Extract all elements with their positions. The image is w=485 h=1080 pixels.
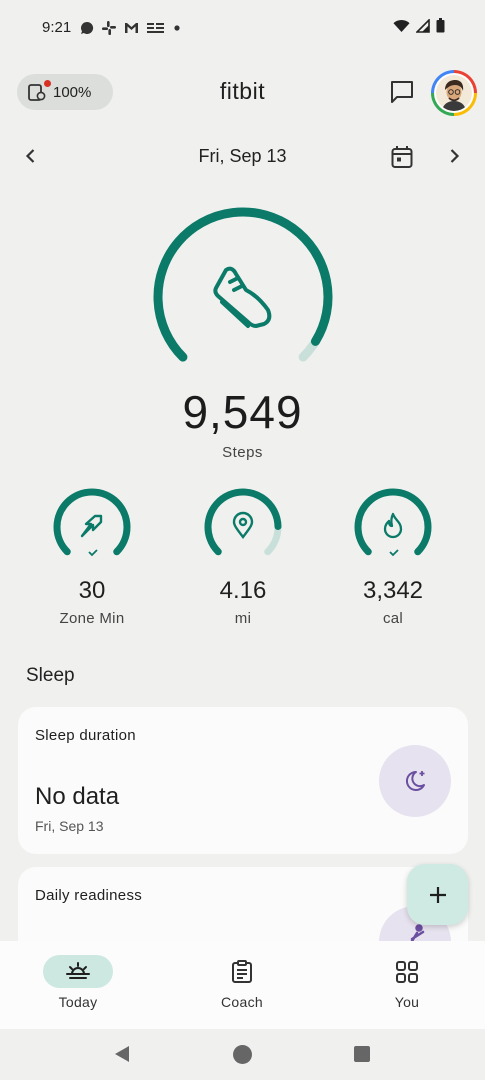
fitbit-today-screen: 9:21 100% fitbit Fri, Sep 13 9,549 Steps… <box>0 0 485 1080</box>
battery-icon <box>436 18 445 33</box>
bottom-navigation: Today Coach You <box>0 941 485 1029</box>
home-icon[interactable] <box>232 1044 253 1065</box>
nav-label-coach: Coach <box>221 994 263 1010</box>
ring-fill <box>53 488 131 556</box>
nav-active-indicator <box>43 955 113 988</box>
nav-item-today[interactable]: Today <box>26 941 146 1029</box>
zone-minutes-label: Zone Min <box>59 610 125 627</box>
distance-value: 4.16 <box>219 577 267 604</box>
date-navigation: Fri, Sep 13 <box>0 142 485 172</box>
plus-icon <box>429 886 446 903</box>
ring-fill <box>204 488 282 556</box>
steps-label: Steps <box>222 444 263 461</box>
stat-calories[interactable]: 3,342 cal <box>338 487 448 627</box>
nav-item-coach[interactable]: Coach <box>190 941 310 1029</box>
distance-ring <box>204 488 282 556</box>
nav-label-you: You <box>394 994 420 1010</box>
nav-item-you[interactable]: You <box>355 941 475 1029</box>
add-fab-button[interactable] <box>407 864 468 925</box>
news-icon <box>147 23 164 33</box>
sleep-duration-card[interactable]: Sleep duration No data Fri, Sep 13 <box>18 707 468 854</box>
system-status-icons <box>393 18 445 33</box>
zone-minutes-value: 30 <box>78 577 106 604</box>
gmail-icon <box>125 23 138 33</box>
calories-label: cal <box>382 610 404 627</box>
stat-distance[interactable]: 4.16 mi <box>188 487 298 627</box>
sleep-section-title: Sleep <box>26 665 75 686</box>
avatar-image <box>436 75 472 111</box>
status-bar: 9:21 <box>0 0 485 56</box>
moon-icon-badge <box>379 745 451 817</box>
calories-value: 3,342 <box>362 577 424 604</box>
grid-icon <box>396 960 418 983</box>
dot-icon <box>174 25 180 31</box>
wifi-icon <box>393 19 410 32</box>
avatar[interactable] <box>431 70 477 116</box>
notification-icons <box>80 19 181 37</box>
recents-icon[interactable] <box>353 1045 371 1063</box>
sleep-card-date: Fri, Sep 13 <box>35 818 104 834</box>
stat-zone-minutes[interactable]: 30 Zone Min <box>37 487 147 627</box>
cell-signal-icon <box>416 18 430 33</box>
shoe-icon <box>213 266 272 328</box>
goal-check-icon <box>389 549 399 557</box>
location-pin-icon <box>232 511 254 539</box>
goal-check-icon <box>88 549 98 557</box>
clipboard-icon <box>232 959 252 983</box>
steps-progress-ring[interactable] <box>152 206 334 388</box>
sunrise-icon <box>66 961 90 979</box>
moon-icon <box>405 770 425 791</box>
distance-label: mi <box>234 610 252 627</box>
flame-icon <box>383 512 403 539</box>
steps-count: 9,549 <box>182 386 303 438</box>
calendar-icon[interactable] <box>390 144 414 170</box>
readiness-card-title: Daily readiness <box>35 887 143 904</box>
status-time: 9:21 <box>42 19 72 36</box>
calories-ring <box>354 488 432 557</box>
system-navigation-bar <box>0 1029 485 1080</box>
zone-arrow-icon <box>80 514 103 538</box>
ring-fill <box>354 488 432 556</box>
message-icon[interactable] <box>388 78 416 106</box>
sleep-card-value: No data <box>35 783 120 810</box>
zone-minutes-ring <box>53 488 131 557</box>
nav-label-today: Today <box>58 994 98 1010</box>
sleep-card-title: Sleep duration <box>35 727 136 744</box>
chevron-right-icon[interactable] <box>443 145 465 167</box>
slack-icon <box>102 21 116 35</box>
chat-bubble-icon <box>81 21 94 34</box>
back-icon[interactable] <box>112 1044 132 1064</box>
